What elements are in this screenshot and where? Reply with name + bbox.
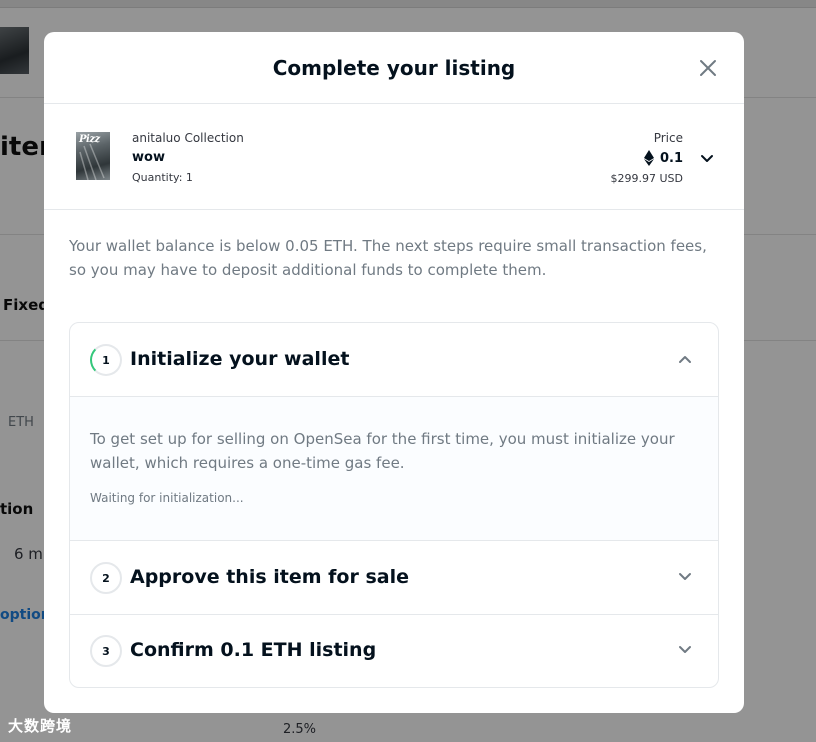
- item-thumbnail: Pizz: [76, 132, 110, 180]
- price-value: 0.1: [643, 150, 683, 166]
- listing-modal: Complete your listing Pizz anitaluo Coll…: [44, 32, 744, 713]
- chevron-up-icon[interactable]: [678, 354, 692, 364]
- listing-steps: 1 Initialize your wallet To get set up f…: [69, 322, 719, 688]
- item-summary: Pizz anitaluo Collection wow Quantity: 1…: [44, 104, 744, 210]
- close-icon[interactable]: [699, 59, 717, 77]
- item-quantity: Quantity: 1: [132, 171, 193, 184]
- step-3-title: Confirm 0.1 ETH listing: [130, 639, 377, 661]
- item-collection: anitaluo Collection: [132, 131, 244, 145]
- price-amount: 0.1: [659, 150, 683, 166]
- step-3-header[interactable]: 3 Confirm 0.1 ETH listing: [70, 615, 718, 687]
- chevron-down-icon[interactable]: [678, 572, 692, 582]
- step-1-status: Waiting for initialization...: [90, 491, 244, 505]
- step-3-number: 3: [90, 635, 122, 667]
- step-1-number: 1: [90, 344, 122, 376]
- step-2-header[interactable]: 2 Approve this item for sale: [70, 541, 718, 614]
- price-label: Price: [653, 131, 683, 145]
- modal-header: Complete your listing: [44, 32, 744, 104]
- step-1-header[interactable]: 1 Initialize your wallet: [70, 323, 718, 396]
- modal-title: Complete your listing: [272, 56, 516, 80]
- wallet-balance-notice: Your wallet balance is below 0.05 ETH. T…: [69, 237, 707, 279]
- item-name: wow: [132, 150, 165, 165]
- eth-icon: [643, 150, 654, 166]
- chevron-down-icon[interactable]: [700, 154, 714, 164]
- step-2-number: 2: [90, 562, 122, 594]
- step-1-description: To get set up for selling on OpenSea for…: [90, 430, 675, 472]
- chevron-down-icon[interactable]: [678, 645, 692, 655]
- watermark: 大数跨境: [8, 717, 73, 735]
- step-2-title: Approve this item for sale: [130, 566, 409, 588]
- price-usd: $299.97 USD: [610, 172, 684, 185]
- step-1-body: To get set up for selling on OpenSea for…: [70, 396, 718, 541]
- step-1-title: Initialize your wallet: [130, 348, 350, 370]
